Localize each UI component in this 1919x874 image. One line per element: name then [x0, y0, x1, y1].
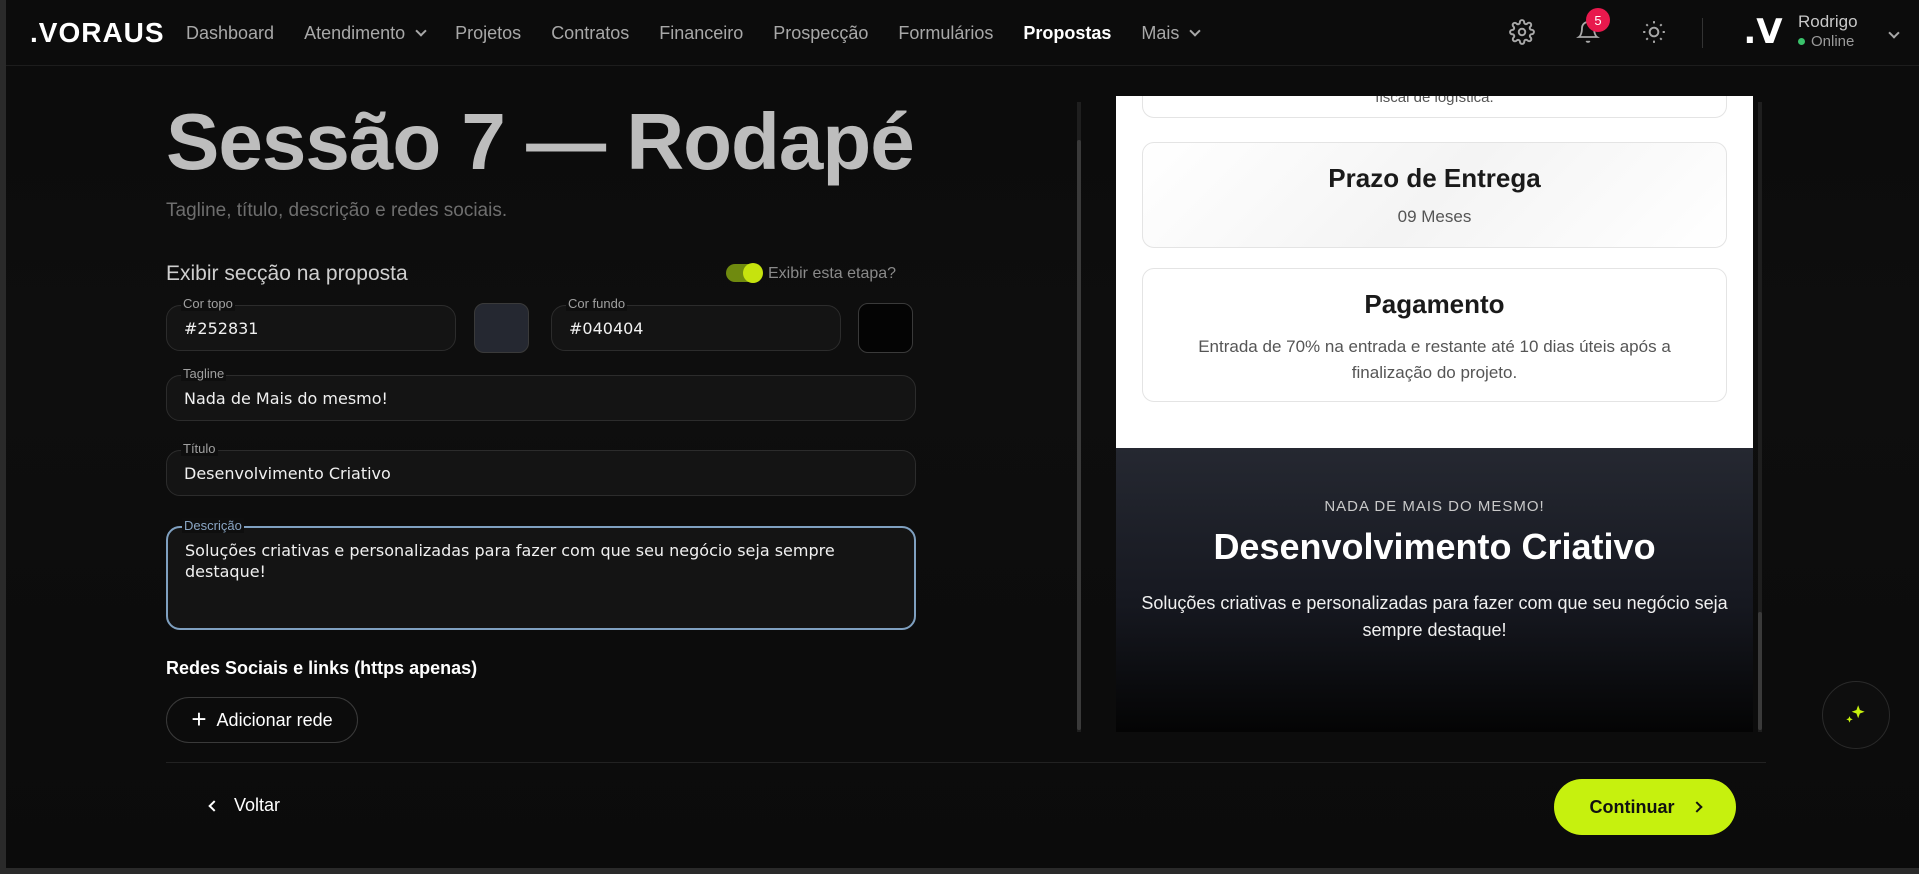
chevron-down-icon — [415, 25, 427, 37]
card-title: Pagamento — [1364, 289, 1505, 319]
notification-badge: 5 — [1586, 8, 1610, 32]
field-label: Cor topo — [181, 296, 235, 311]
field-value: Nada de Mais do mesmo! — [184, 389, 388, 408]
page-subtitle: Tagline, título, descrição e redes socia… — [166, 200, 508, 221]
social-links-title: Redes Sociais e links (https apenas) — [166, 658, 478, 678]
status-text: Online — [1811, 33, 1855, 50]
plus-icon: + — [191, 703, 207, 734]
back-button[interactable]: Voltar — [206, 795, 280, 816]
nav-mais[interactable]: Mais — [1141, 22, 1202, 44]
nav-propostas[interactable]: Propostas — [1023, 23, 1111, 44]
footer-title: Desenvolvimento Criativo — [1213, 526, 1656, 567]
brand-logo[interactable]: .VORAUS — [30, 17, 165, 49]
chevron-down-icon[interactable] — [1886, 24, 1900, 42]
nav-label: Atendimento — [304, 22, 406, 43]
card-text: 09 Meses — [1397, 207, 1472, 226]
field-label: Descrição — [182, 518, 244, 533]
footer-description: Soluções criativas e personalizadas para… — [1141, 593, 1728, 640]
button-label: Voltar — [234, 795, 281, 815]
chevron-right-icon — [1690, 801, 1703, 813]
online-dot-icon — [1798, 38, 1805, 45]
titulo-input[interactable]: Título Desenvolvimento Criativo — [166, 441, 916, 496]
chevron-down-icon — [1189, 25, 1202, 37]
section-visibility-label: Exibir secção na proposta — [166, 262, 408, 285]
nav-label: Contratos — [551, 22, 630, 43]
field-value: #040404 — [569, 319, 644, 338]
nav-atendimento[interactable]: Atendimento — [304, 22, 427, 44]
nav-label: Mais — [1141, 22, 1180, 43]
show-step-toggle[interactable] — [726, 263, 763, 283]
nav-contratos[interactable]: Contratos — [551, 23, 629, 44]
footer-tagline: NADA DE MAIS DO MESMO! — [1324, 498, 1545, 515]
nav-label: Propostas — [1023, 22, 1112, 43]
sparkle-icon[interactable] — [1822, 681, 1890, 749]
field-label: Tagline — [181, 366, 227, 381]
header-actions: 5 — [1504, 8, 1702, 50]
cor-fundo-field[interactable]: Cor fundo #040404 — [551, 296, 841, 351]
nav-label: Dashboard — [186, 22, 275, 43]
user-status: Online — [1798, 33, 1854, 50]
preview-footer-section: NADA DE MAIS DO MESMO! Desenvolvimento C… — [1116, 448, 1753, 732]
header-divider — [1702, 18, 1703, 48]
nav-label: Prospecção — [773, 22, 869, 43]
page-title: Sessão 7 — Rodapé — [166, 97, 915, 186]
nav-label: Projetos — [455, 22, 522, 43]
descricao-textarea[interactable]: Descrição Soluções criativas e personali… — [166, 518, 916, 630]
cor-topo-swatch[interactable] — [474, 303, 529, 353]
preview-card-cropped: fiscal de logística. — [1142, 96, 1727, 118]
top-navbar: .VORAUS Dashboard Atendimento Projetos C… — [6, 0, 1919, 66]
add-social-button[interactable]: + Adicionar rede — [166, 697, 358, 743]
user-name[interactable]: Rodrigo — [1798, 12, 1858, 32]
bell-icon[interactable]: 5 — [1570, 8, 1610, 50]
card-text: Entrada de 70% na entrada e restante até… — [1198, 337, 1671, 382]
proposal-preview: fiscal de logística. Prazo de Entrega 09… — [1116, 96, 1753, 732]
nav-projetos[interactable]: Projetos — [455, 23, 521, 44]
field-value: Soluções criativas e personalizadas para… — [185, 541, 835, 581]
chevron-left-icon — [208, 799, 220, 812]
field-value: #252831 — [184, 319, 259, 338]
nav-label: Formulários — [898, 22, 994, 43]
card-text: fiscal de logística. — [1375, 96, 1494, 106]
field-label: Título — [181, 441, 218, 456]
card-title: Prazo de Entrega — [1328, 163, 1541, 193]
nav-label: Financeiro — [659, 22, 744, 43]
app-window: .VORAUS Dashboard Atendimento Projetos C… — [0, 0, 1919, 874]
nav-dashboard[interactable]: Dashboard — [186, 23, 274, 44]
preview-scrollbar-thumb[interactable] — [1758, 612, 1762, 730]
preview-card-pagamento: Pagamento Entrada de 70% na entrada e re… — [1142, 268, 1727, 402]
button-label: Adicionar rede — [216, 709, 333, 730]
sun-icon[interactable] — [1636, 14, 1672, 50]
nav-prospeccao[interactable]: Prospecção — [773, 23, 868, 44]
preview-card-prazo: Prazo de Entrega 09 Meses — [1142, 142, 1727, 248]
toggle-knob — [743, 263, 763, 283]
form-scrollbar-thumb[interactable] — [1077, 140, 1081, 730]
button-label: Continuar — [1589, 796, 1675, 817]
field-label: Cor fundo — [566, 296, 628, 311]
main-nav: Dashboard Atendimento Projetos Contratos… — [186, 0, 1229, 66]
continue-button[interactable]: Continuar — [1554, 779, 1736, 835]
nav-financeiro[interactable]: Financeiro — [659, 23, 743, 44]
gear-icon[interactable] — [1504, 14, 1540, 50]
avatar[interactable]: .V — [1742, 10, 1784, 54]
field-value: Desenvolvimento Criativo — [184, 464, 391, 483]
cor-topo-field[interactable]: Cor topo #252831 — [166, 296, 456, 351]
toggle-label: Exibir esta etapa? — [768, 265, 897, 282]
cor-fundo-swatch[interactable] — [858, 303, 913, 353]
tagline-input[interactable]: Tagline Nada de Mais do mesmo! — [166, 366, 916, 421]
nav-formularios[interactable]: Formulários — [898, 23, 993, 44]
footer-divider — [166, 762, 1766, 763]
